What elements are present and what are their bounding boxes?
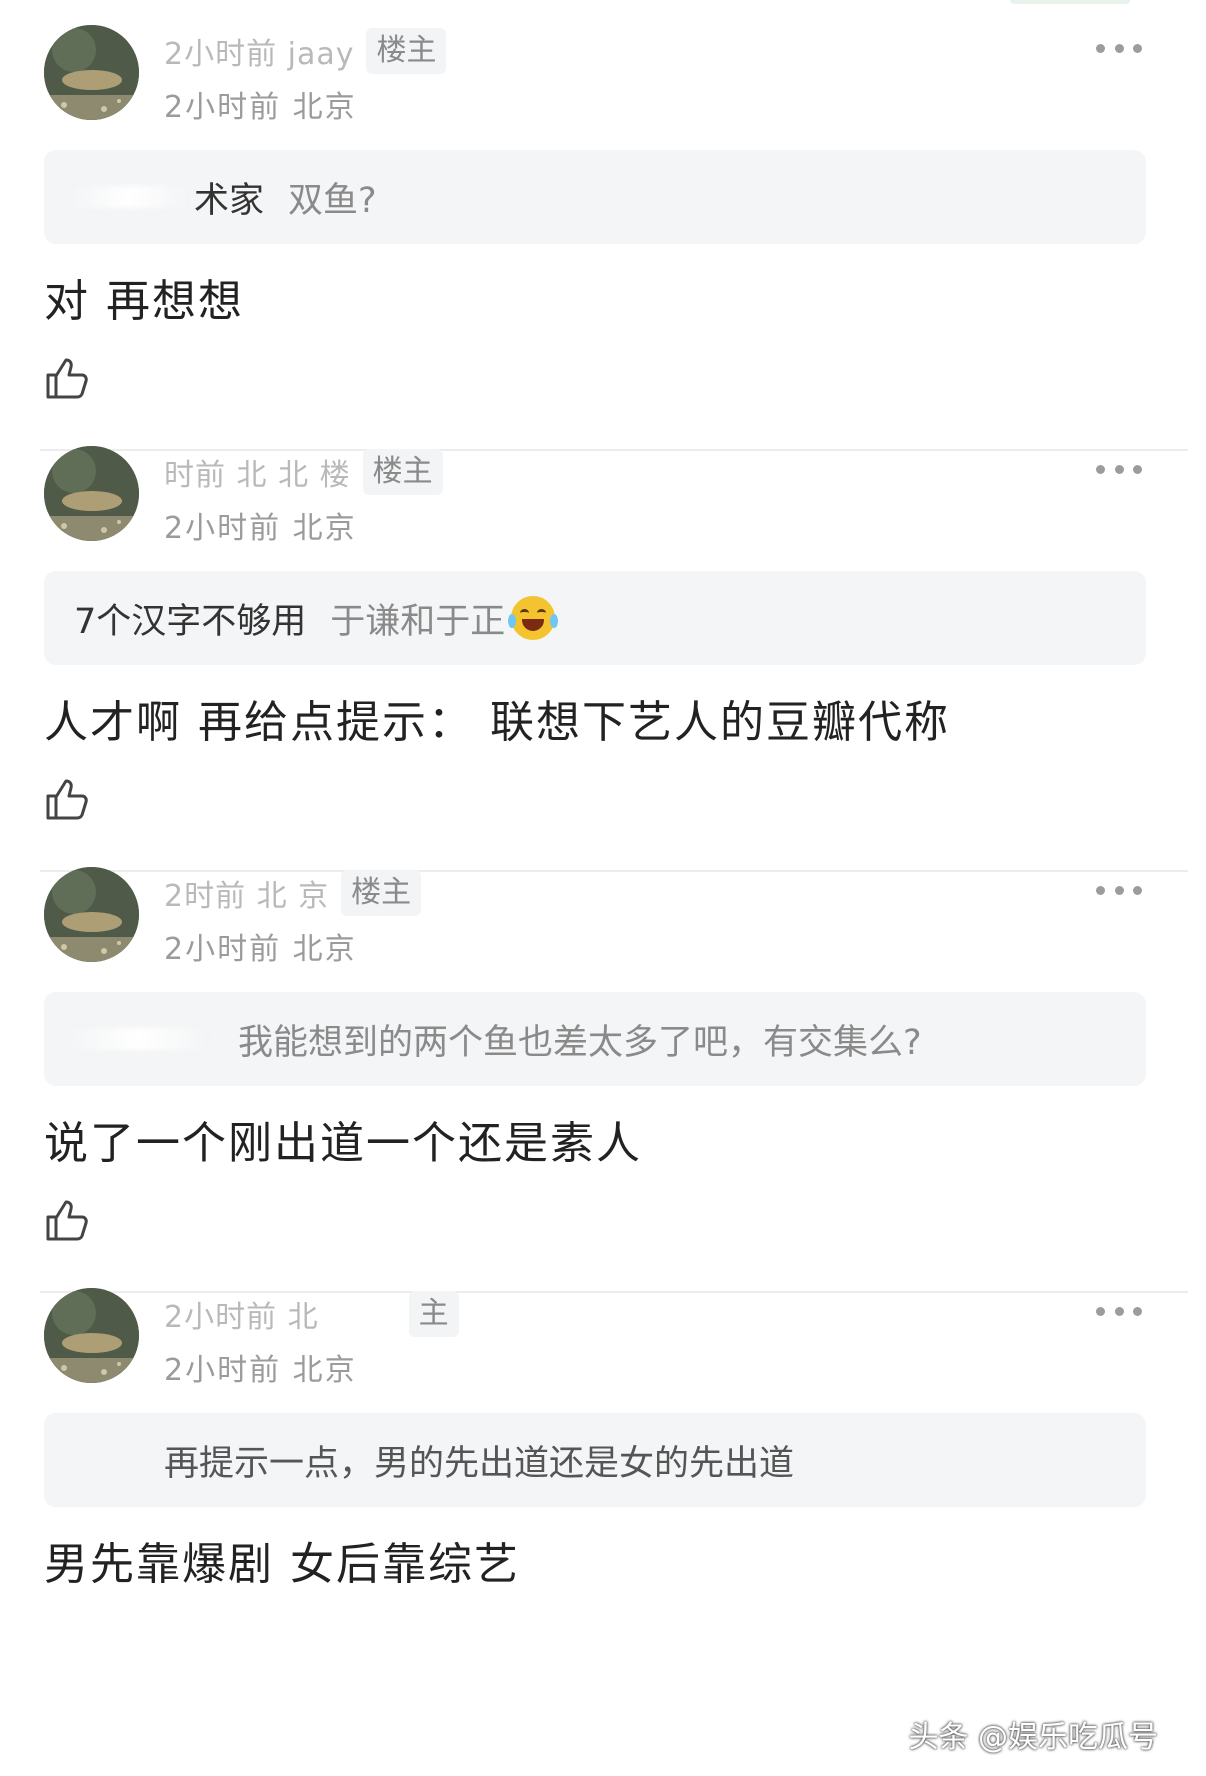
comment-item: 2时前 北 京 楼主 2小时前 北京 我能想到的两个鱼也差太多了吧，有交集么? …	[0, 842, 1206, 1312]
more-icon[interactable]	[1096, 461, 1142, 477]
comment-meta: 2小时前 北京	[164, 90, 357, 125]
tears-of-joy-emoji-icon	[508, 596, 559, 640]
quote-light: 双鱼?	[288, 180, 377, 221]
user-name-row: 时前 北 北 楼 楼主	[164, 447, 443, 497]
comment-body: 男先靠爆剧 女后靠综艺	[44, 1539, 520, 1590]
quoted-reply[interactable]: 再提示一点，男的先出道还是女的先出道	[44, 1413, 1146, 1507]
comment-item: 2小时前 jaay 楼主 2小时前 北京 术家 双鱼? 对 再想想	[0, 0, 1206, 470]
more-icon[interactable]	[1096, 882, 1142, 898]
redacted-blur	[74, 186, 184, 208]
owner-badge: 楼主	[362, 449, 443, 495]
quote-strong: 7个汉字不够用	[74, 601, 307, 642]
quoted-reply[interactable]: 7个汉字不够用 于谦和于正	[44, 571, 1146, 665]
user-name[interactable]: 2小时前 jaay	[164, 29, 354, 73]
user-name[interactable]: 2时前 北 京	[164, 871, 329, 915]
comment-meta: 2小时前 北京	[164, 511, 357, 546]
comment-body: 人才啊 再给点提示： 联想下艺人的豆瓣代称	[44, 697, 950, 748]
comment-meta: 2小时前 北京	[164, 1353, 357, 1388]
owner-badge: 主	[408, 1291, 459, 1337]
like-icon[interactable]	[44, 355, 90, 401]
avatar[interactable]	[44, 25, 139, 120]
like-icon[interactable]	[44, 1197, 90, 1243]
avatar[interactable]	[44, 867, 139, 962]
comment-body: 说了一个刚出道一个还是素人	[44, 1118, 642, 1169]
owner-badge: 楼主	[366, 28, 447, 74]
quoted-reply[interactable]: 我能想到的两个鱼也差太多了吧，有交集么?	[44, 992, 1146, 1086]
like-icon[interactable]	[44, 776, 90, 822]
quoted-reply[interactable]: 术家 双鱼?	[44, 150, 1146, 244]
owner-badge: 楼主	[341, 870, 422, 916]
avatar[interactable]	[44, 1288, 139, 1383]
comment-item: 时前 北 北 楼 楼主 2小时前 北京 7个汉字不够用 于谦和于正 人才啊 再给…	[0, 421, 1206, 891]
avatar[interactable]	[44, 446, 139, 541]
comment-body: 对 再想想	[44, 276, 244, 327]
user-name[interactable]: 2小时前 北	[164, 1292, 319, 1336]
more-icon[interactable]	[1096, 40, 1142, 56]
comment-meta: 2小时前 北京	[164, 932, 357, 967]
user-name-row: 2小时前 北 主	[164, 1289, 459, 1339]
quote-light: 我能想到的两个鱼也差太多了吧，有交集么?	[238, 1022, 922, 1063]
user-name-row: 2时前 北 京 楼主	[164, 868, 422, 918]
redacted-blur	[74, 1028, 204, 1050]
user-name[interactable]: 时前 北 北 楼	[164, 450, 351, 494]
comment-item: 2小时前 北 主 2小时前 北京 再提示一点，男的先出道还是女的先出道 男先靠爆…	[0, 1263, 1206, 1733]
quote-light: 再提示一点，男的先出道还是女的先出道	[164, 1443, 795, 1484]
watermark: 头条 @娱乐吃瓜号	[908, 1720, 1158, 1755]
quote-strong: 术家	[194, 180, 265, 221]
more-icon[interactable]	[1096, 1303, 1142, 1319]
quote-light: 于谦和于正	[330, 601, 506, 642]
user-name-row: 2小时前 jaay 楼主	[164, 26, 447, 76]
